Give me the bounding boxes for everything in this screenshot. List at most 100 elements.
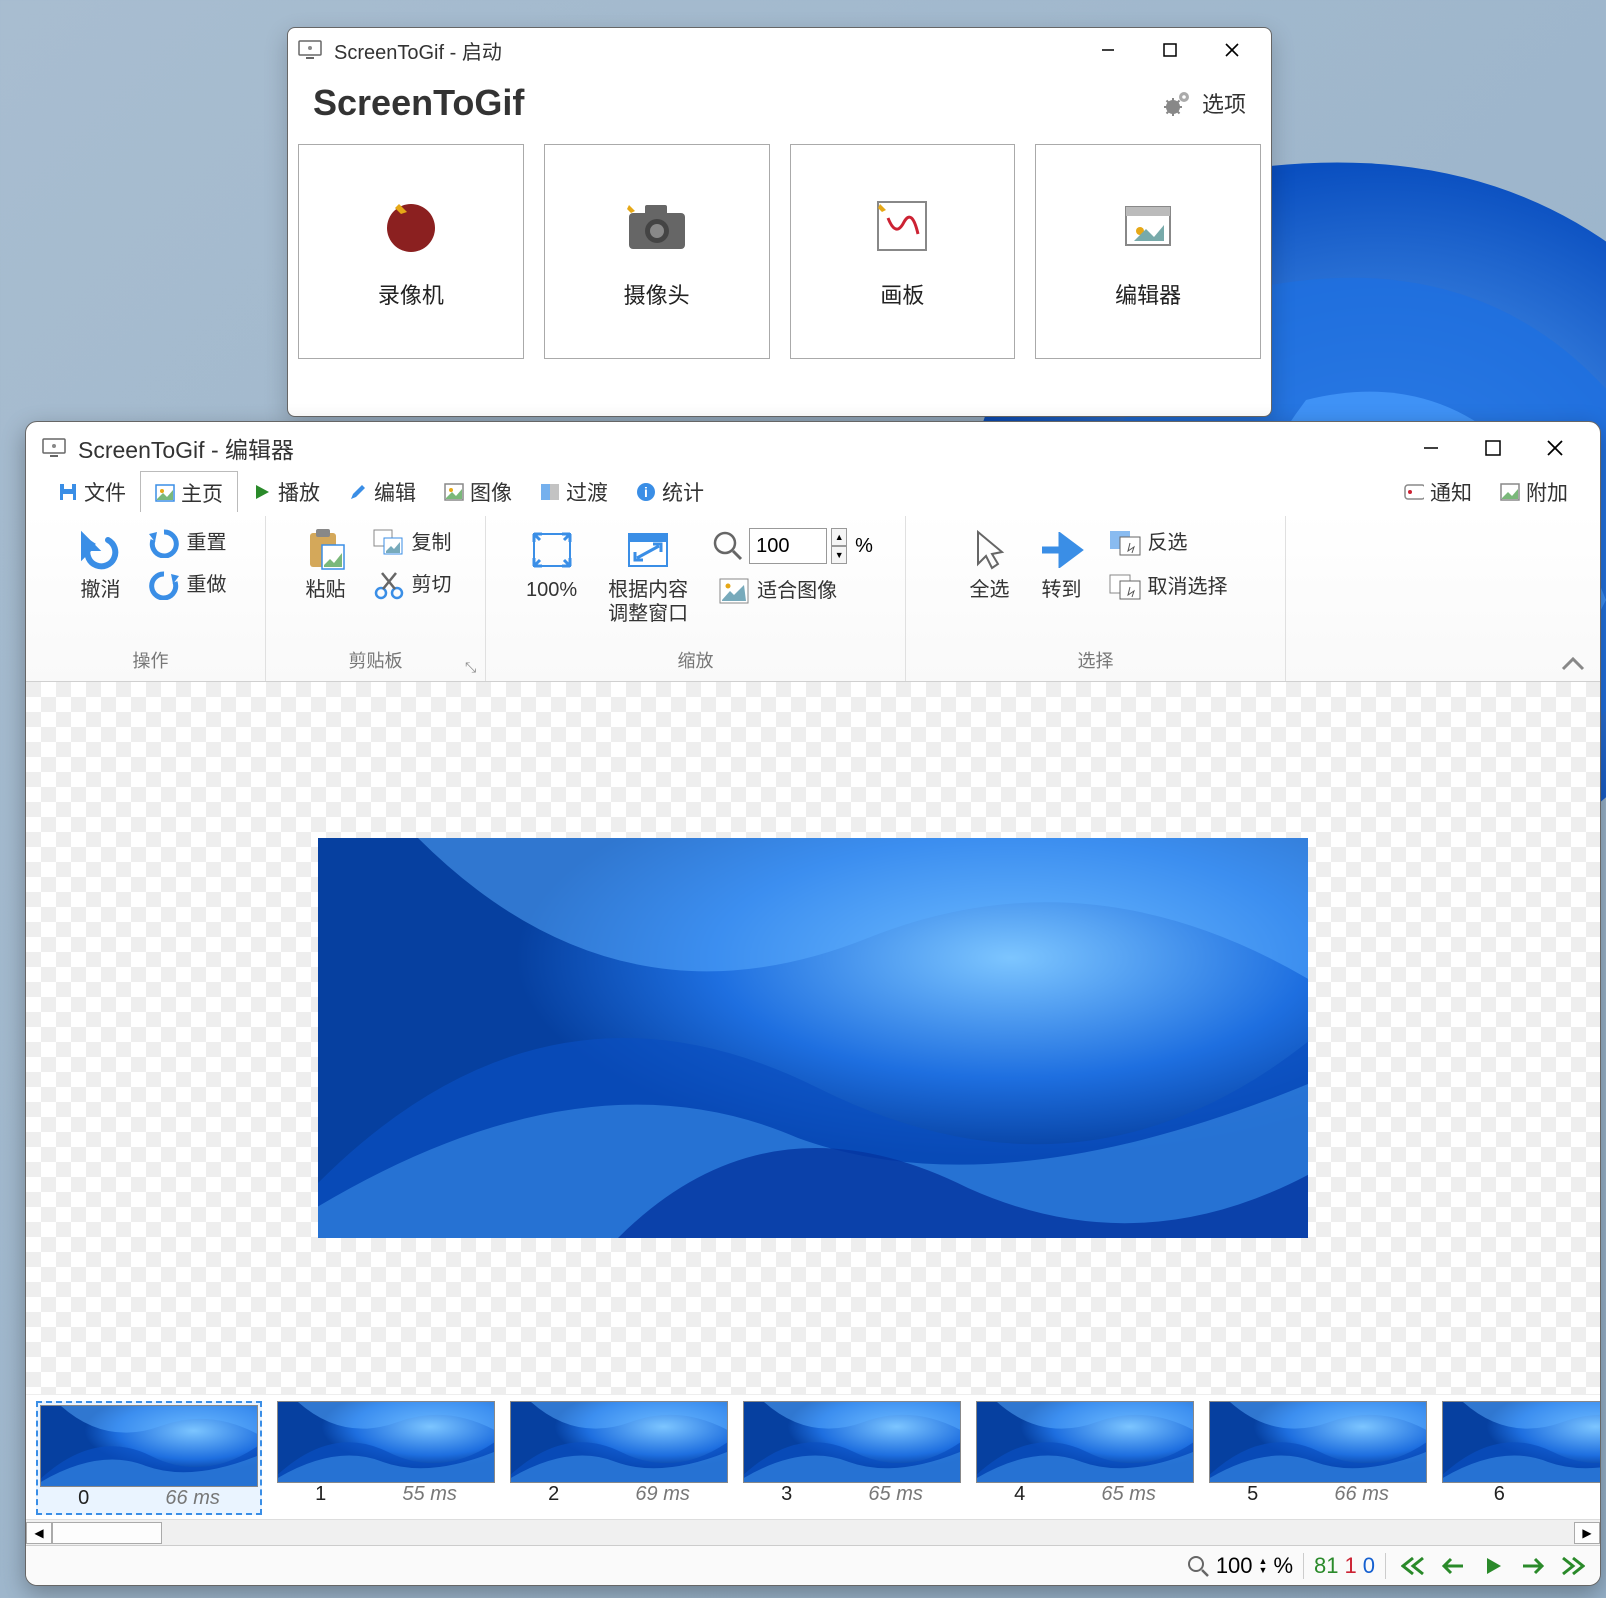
options-label: 选项 [1202,87,1246,119]
redo-button[interactable]: 重做 [141,568,233,602]
zoom-100-button[interactable]: 100% [518,522,585,606]
nav-first-button[interactable] [1396,1551,1430,1581]
scroll-right-button[interactable]: ▶ [1574,1522,1600,1544]
frame-thumbnail [510,1401,728,1483]
nav-prev-button[interactable] [1436,1551,1470,1581]
frame-scrollbar[interactable]: ◀ ▶ [26,1519,1600,1545]
select-all-button[interactable]: 全选 [958,522,1022,606]
ribbon-group-actions: 撤消 重置 重做 操作 [36,516,266,681]
zoom-down-button[interactable]: ▼ [831,546,847,564]
tab-stats[interactable]: i统计 [622,471,718,513]
editor-card[interactable]: 编辑器 [1035,144,1261,359]
launch-title-text: ScreenToGif - 启动 [334,36,502,65]
frame-thumbnail [976,1401,1194,1483]
frame-index: 6 [1494,1483,1505,1506]
recorder-icon [379,194,443,258]
scroll-left-button[interactable]: ◀ [26,1522,52,1544]
tab-edit[interactable]: 编辑 [334,471,430,513]
frame-item[interactable]: 465 ms [976,1401,1194,1515]
cut-button[interactable]: 剪切 [366,568,458,602]
frame-item[interactable]: 269 ms [510,1401,728,1515]
magnifier-icon [711,529,745,563]
status-zoom-down[interactable]: ▼ [1259,1566,1268,1575]
status-current-frame: 0 [1363,1553,1375,1579]
editor-label: 编辑器 [1115,278,1181,310]
maximize-button[interactable] [1462,428,1524,468]
frame-index: 3 [781,1483,792,1506]
arrow-right-icon [1038,526,1086,574]
paste-icon [302,526,350,574]
save-icon [58,482,78,502]
extras-icon [1500,482,1520,502]
tab-home[interactable]: 主页 [140,471,238,516]
undo-button[interactable]: 撤消 [69,522,133,606]
tab-extras[interactable]: 附加 [1486,471,1582,513]
preview-frame [318,838,1308,1238]
frame-item[interactable]: 155 ms [277,1401,495,1515]
launch-titlebar[interactable]: ScreenToGif - 启动 [288,28,1271,72]
frame-thumbnail [277,1401,495,1483]
transition-icon [540,482,560,502]
invert-button[interactable]: 反选 [1102,526,1234,560]
ribbon: 撤消 重置 重做 操作 粘贴 复制 剪切 剪贴板 [26,512,1600,682]
launch-window: ScreenToGif - 启动 ScreenToGif 选项 录像机 摄像头 … [287,27,1272,417]
frame-thumbnail [1209,1401,1427,1483]
editor-titlebar[interactable]: ScreenToGif - 编辑器 [26,422,1600,472]
deselect-icon [1108,572,1142,602]
frame-index: 5 [1247,1483,1258,1506]
nav-play-button[interactable] [1476,1551,1510,1581]
canvas-area[interactable] [26,682,1600,1394]
frame-item[interactable]: 066 ms [36,1401,262,1515]
options-button[interactable]: 选项 [1162,87,1246,119]
tab-notify[interactable]: 通知 [1390,471,1486,513]
ribbon-group-zoom: 100% 根据内容调整窗口 ▲▼ % 适合图像 缩放 [486,516,906,681]
recorder-card[interactable]: 录像机 [298,144,524,359]
frame-item[interactable]: 3 65 ms [743,1401,961,1515]
tab-image[interactable]: 图像 [430,471,526,513]
tab-transition[interactable]: 过渡 [526,471,622,513]
frame-index: 1 [315,1483,326,1506]
board-card[interactable]: 画板 [790,144,1016,359]
zoom-input[interactable] [749,528,827,564]
play-icon [252,482,272,502]
deselect-button[interactable]: 取消选择 [1102,570,1234,604]
fit-image-button[interactable]: 适合图像 [711,574,873,608]
ribbon-collapse-button[interactable] [1560,655,1586,673]
copy-button[interactable]: 复制 [366,526,458,560]
minimize-button[interactable] [1400,428,1462,468]
magnifier-icon [1186,1554,1210,1578]
board-label: 画板 [880,278,924,310]
tab-file[interactable]: 文件 [44,471,140,513]
invert-icon [1108,528,1142,558]
app-icon [40,437,68,459]
image-icon [155,483,175,503]
picture-icon [444,482,464,502]
fit-window-button[interactable]: 根据内容调整窗口 [593,522,703,630]
close-button[interactable] [1201,30,1263,70]
zoom-up-button[interactable]: ▲ [831,528,847,546]
goto-button[interactable]: 转到 [1030,522,1094,606]
status-selected-count: 1 [1345,1553,1357,1579]
scroll-thumb[interactable] [52,1522,162,1544]
minimize-button[interactable] [1077,30,1139,70]
maximize-button[interactable] [1139,30,1201,70]
editor-window: ScreenToGif - 编辑器 文件 主页 播放 编辑 图像 过渡 i统计 … [25,421,1601,1586]
editor-icon [1116,194,1180,258]
info-icon: i [636,482,656,502]
frame-duration: 65 ms [868,1483,922,1506]
redo-icon [147,570,181,600]
frame-duration: 66 ms [1334,1483,1388,1506]
gear-icon [1162,89,1194,117]
frame-item[interactable]: 5 66 ms [1209,1401,1427,1515]
camera-card[interactable]: 摄像头 [544,144,770,359]
reset-button[interactable]: 重置 [141,526,233,560]
status-total-frames: 81 [1314,1553,1338,1579]
nav-next-button[interactable] [1516,1551,1550,1581]
clipboard-expand-icon[interactable]: ⤡ [465,659,481,675]
paste-button[interactable]: 粘贴 [294,522,358,606]
frame-item[interactable]: 6 [1442,1401,1600,1515]
tab-play[interactable]: 播放 [238,471,334,513]
nav-last-button[interactable] [1556,1551,1590,1581]
close-button[interactable] [1524,428,1586,468]
reset-icon [147,528,181,558]
